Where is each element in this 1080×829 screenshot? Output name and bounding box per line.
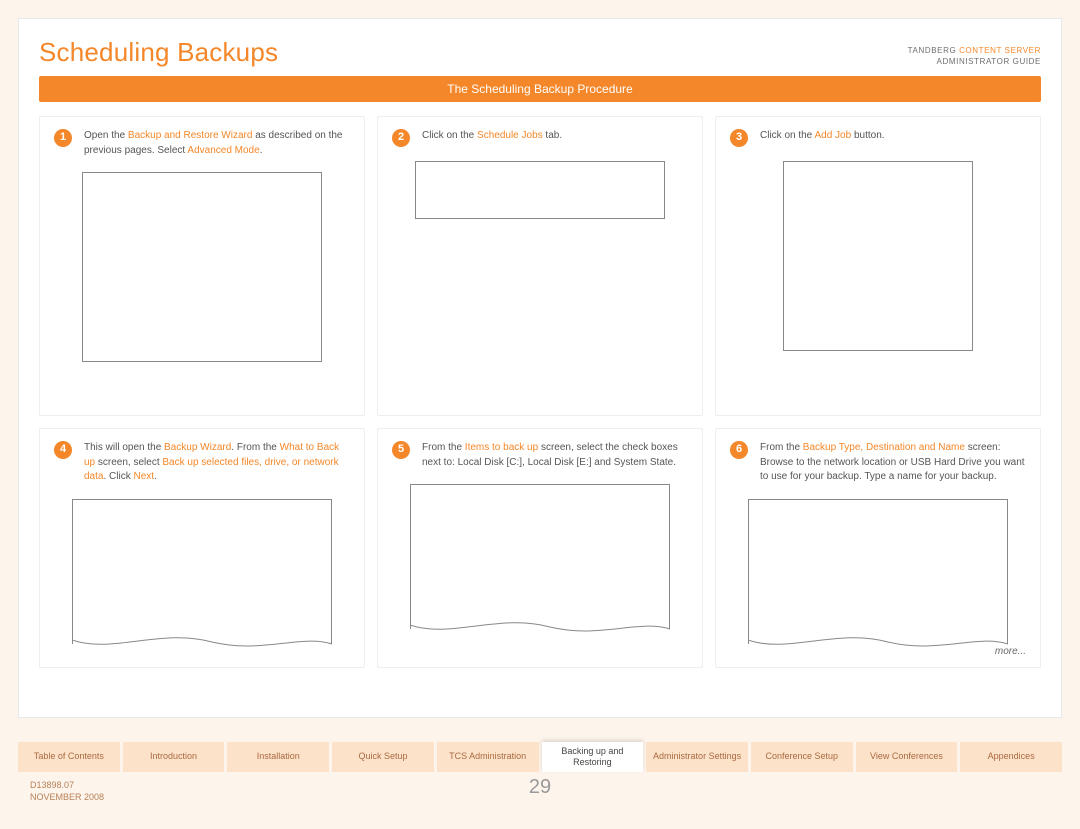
step-text: Click on the Schedule Jobs tab. — [422, 129, 562, 147]
page-title: Scheduling Backups — [39, 37, 278, 68]
footer: D13898.07 NOVEMBER 2008 29 — [30, 780, 1050, 803]
steps-row-1: 1 Open the Backup and Restore Wizard as d… — [39, 116, 1041, 416]
screenshot-placeholder — [415, 161, 665, 219]
bottom-nav: Table of ContentsIntroductionInstallatio… — [18, 742, 1062, 772]
nav-item-tcs-administration[interactable]: TCS Administration — [437, 742, 539, 772]
screenshot-placeholder-torn — [410, 484, 670, 629]
step-head: 5 From the Items to back up screen, selec… — [392, 441, 688, 470]
brand-block: TANDBERG CONTENT SERVER ADMINISTRATOR GU… — [908, 46, 1041, 68]
doc-number: D13898.07 — [30, 780, 104, 792]
screenshot-placeholder-torn — [748, 499, 1008, 644]
section-title-bar: The Scheduling Backup Procedure — [39, 76, 1041, 102]
nav-item-installation[interactable]: Installation — [227, 742, 329, 772]
step-head: 6 From the Backup Type, Destination and N… — [730, 441, 1026, 485]
step-text: From the Backup Type, Destination and Na… — [760, 441, 1026, 485]
step-text: Click on the Add Job button. — [760, 129, 885, 147]
page-body: Scheduling Backups TANDBERG CONTENT SERV… — [18, 18, 1062, 718]
nav-item-administrator-settings[interactable]: Administrator Settings — [646, 742, 748, 772]
step-cell-1: 1 Open the Backup and Restore Wizard as d… — [39, 116, 365, 416]
step-number-badge: 5 — [392, 441, 410, 459]
step-head: 2 Click on the Schedule Jobs tab. — [392, 129, 688, 147]
screenshot-placeholder — [82, 172, 322, 362]
step-head: 4 This will open the Backup Wizard. From … — [54, 441, 350, 485]
step-cell-6: 6 From the Backup Type, Destination and N… — [715, 428, 1041, 668]
nav-item-backing-up-and-restoring[interactable]: Backing up and Restoring — [542, 742, 644, 772]
step-cell-3: 3 Click on the Add Job button. — [715, 116, 1041, 416]
brand-subtitle: ADMINISTRATOR GUIDE — [908, 57, 1041, 68]
brand-text-b: CONTENT SERVER — [959, 46, 1041, 55]
nav-item-introduction[interactable]: Introduction — [123, 742, 225, 772]
step-number-badge: 1 — [54, 129, 72, 147]
step-number-badge: 4 — [54, 441, 72, 459]
nav-item-appendices[interactable]: Appendices — [960, 742, 1062, 772]
step-number-badge: 3 — [730, 129, 748, 147]
doc-meta: D13898.07 NOVEMBER 2008 — [30, 780, 104, 803]
nav-item-quick-setup[interactable]: Quick Setup — [332, 742, 434, 772]
step-cell-4: 4 This will open the Backup Wizard. From … — [39, 428, 365, 668]
nav-item-view-conferences[interactable]: View Conferences — [856, 742, 958, 772]
step-head: 1 Open the Backup and Restore Wizard as d… — [54, 129, 350, 158]
step-cell-2: 2 Click on the Schedule Jobs tab. — [377, 116, 703, 416]
step-head: 3 Click on the Add Job button. — [730, 129, 1026, 147]
header-row: Scheduling Backups TANDBERG CONTENT SERV… — [39, 37, 1041, 68]
more-link[interactable]: more... — [995, 645, 1026, 660]
nav-item-table-of-contents[interactable]: Table of Contents — [18, 742, 120, 772]
step-number-badge: 6 — [730, 441, 748, 459]
doc-date: NOVEMBER 2008 — [30, 792, 104, 804]
step-number-badge: 2 — [392, 129, 410, 147]
step-text: From the Items to back up screen, select… — [422, 441, 688, 470]
step-cell-5: 5 From the Items to back up screen, selec… — [377, 428, 703, 668]
brand-text-a: TANDBERG — [908, 46, 959, 55]
screenshot-placeholder-torn — [72, 499, 332, 644]
step-text: This will open the Backup Wizard. From t… — [84, 441, 350, 485]
screenshot-placeholder — [783, 161, 973, 351]
steps-row-2: 4 This will open the Backup Wizard. From … — [39, 428, 1041, 668]
nav-item-conference-setup[interactable]: Conference Setup — [751, 742, 853, 772]
step-text: Open the Backup and Restore Wizard as de… — [84, 129, 350, 158]
page-number: 29 — [529, 776, 551, 799]
